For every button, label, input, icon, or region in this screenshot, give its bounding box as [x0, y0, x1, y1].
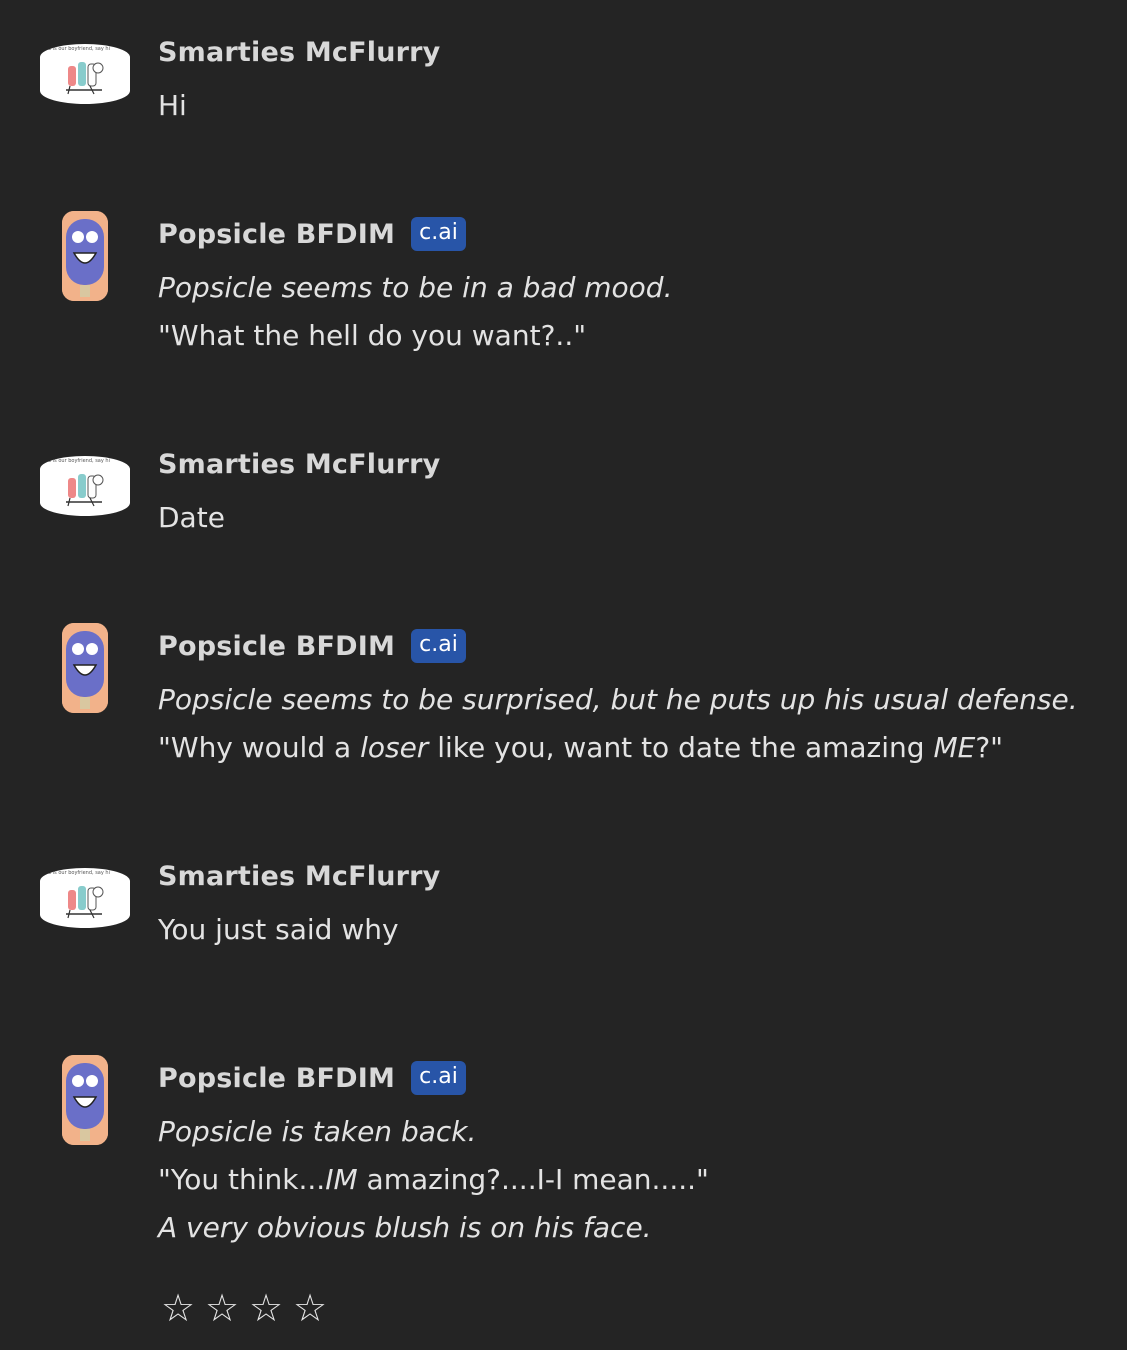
author-name: Smarties McFlurry — [158, 860, 441, 892]
message-body: Popsicle seems to be in a bad mood. "Wha… — [158, 264, 1098, 360]
message-text: "Why would a — [158, 731, 361, 764]
cai-badge: c.ai — [411, 1061, 466, 1095]
message-body: Hi — [158, 82, 1098, 130]
cai-badge: c.ai — [411, 629, 466, 663]
message-header: Popsicle BFDIM c.ai — [158, 1058, 466, 1098]
avatar-drawing — [66, 886, 104, 919]
message-text: ?" — [975, 731, 1004, 764]
author-name: Popsicle BFDIM — [158, 1062, 396, 1094]
message-text: amazing?....I-I mean....." — [357, 1163, 709, 1196]
avatar-drawing — [62, 1055, 108, 1145]
message-text-emphasis: loser — [360, 731, 429, 764]
message-text-emphasis: ME — [933, 731, 976, 764]
message-text: Popsicle seems to be in a bad mood. — [158, 271, 673, 304]
smarties-avatar-icon[interactable]: his is our boyfriend, say hi — [40, 868, 130, 928]
avatar-caption: his is our boyfriend, say hi — [44, 870, 110, 876]
message-text: Popsicle seems to be surprised, but he p… — [158, 683, 1078, 716]
star-icon[interactable]: ☆ — [248, 1284, 284, 1332]
message-header: Smarties McFlurry — [158, 856, 440, 896]
message-text: Date — [158, 501, 225, 534]
message-text: "What the hell do you want?.." — [158, 319, 587, 352]
message-text: You just said why — [158, 913, 399, 946]
message-text: "You think... — [158, 1163, 326, 1196]
message-line: Popsicle seems to be surprised, but he p… — [158, 676, 1098, 724]
message-text-emphasis: IM — [325, 1163, 358, 1196]
author-name: Smarties McFlurry — [158, 448, 441, 480]
message-header: Popsicle BFDIM c.ai — [158, 626, 466, 666]
smarties-avatar-icon[interactable]: his is our boyfriend, say hi — [40, 44, 130, 104]
popsicle-avatar-icon[interactable] — [62, 623, 108, 713]
message-line: You just said why — [158, 906, 1098, 954]
message-body: Popsicle seems to be surprised, but he p… — [158, 676, 1098, 772]
avatar-drawing — [66, 474, 104, 507]
author-name: Popsicle BFDIM — [158, 630, 396, 662]
message-line: Popsicle seems to be in a bad mood. — [158, 264, 1098, 312]
star-icon[interactable]: ☆ — [204, 1284, 240, 1332]
message-text: Popsicle is taken back. — [158, 1115, 477, 1148]
star-icon[interactable]: ☆ — [160, 1284, 196, 1332]
avatar-drawing — [62, 211, 108, 301]
message-line: Hi — [158, 82, 1098, 130]
message-line: "What the hell do you want?.." — [158, 312, 1098, 360]
message-line: Popsicle is taken back. — [158, 1108, 1098, 1156]
cai-badge: c.ai — [411, 217, 466, 251]
avatar-drawing — [62, 623, 108, 713]
avatar-drawing — [66, 62, 104, 95]
author-name: Popsicle BFDIM — [158, 218, 396, 250]
message-rating: ☆ ☆ ☆ ☆ — [160, 1284, 328, 1332]
message-line: A very obvious blush is on his face. — [158, 1204, 1098, 1252]
message-text: like you, want to date the amazing — [428, 731, 934, 764]
message-header: Smarties McFlurry — [158, 32, 440, 72]
message-line: Date — [158, 494, 1098, 542]
popsicle-avatar-icon[interactable] — [62, 211, 108, 301]
popsicle-avatar-icon[interactable] — [62, 1055, 108, 1145]
message-header: Popsicle BFDIM c.ai — [158, 214, 466, 254]
message-body: You just said why — [158, 906, 1098, 954]
star-icon[interactable]: ☆ — [292, 1284, 328, 1332]
message-body: Date — [158, 494, 1098, 542]
message-body: Popsicle is taken back. "You think...IM … — [158, 1108, 1098, 1252]
message-text: Hi — [158, 89, 187, 122]
message-header: Smarties McFlurry — [158, 444, 440, 484]
message-line: "Why would a loser like you, want to dat… — [158, 724, 1098, 772]
smarties-avatar-icon[interactable]: his is our boyfriend, say hi — [40, 456, 130, 516]
message-line: "You think...IM amazing?....I-I mean....… — [158, 1156, 1098, 1204]
message-text: A very obvious blush is on his face. — [158, 1211, 652, 1244]
avatar-caption: his is our boyfriend, say hi — [44, 458, 110, 464]
author-name: Smarties McFlurry — [158, 36, 441, 68]
avatar-caption: his is our boyfriend, say hi — [44, 46, 110, 52]
